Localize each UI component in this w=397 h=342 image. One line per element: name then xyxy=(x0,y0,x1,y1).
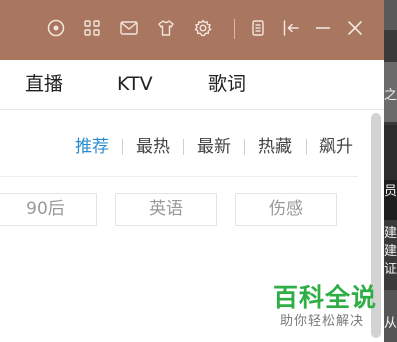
side-strip-text: 之 xyxy=(384,88,397,103)
filter-hot-favorites[interactable]: 热藏 xyxy=(258,136,292,158)
filter-rising[interactable]: 飙升 xyxy=(319,136,353,158)
tag-sad[interactable]: 伤感 xyxy=(235,193,337,226)
tab-lyrics[interactable]: 歌词 xyxy=(208,71,246,97)
mail-icon[interactable] xyxy=(119,18,139,38)
tag-90s[interactable]: 90后 xyxy=(0,193,97,226)
title-bar xyxy=(0,0,384,60)
side-strip-text: 证 xyxy=(384,262,397,277)
filter-separator xyxy=(244,139,245,155)
watermark-title: 百科全说 xyxy=(273,283,378,312)
watermark-subtitle: 助你轻松解决 xyxy=(280,314,365,329)
side-strip-text: 员 xyxy=(384,184,397,199)
filter-separator xyxy=(306,139,307,155)
tag-english[interactable]: 英语 xyxy=(115,193,217,226)
filter-divider xyxy=(0,176,358,177)
apps-grid-icon[interactable] xyxy=(82,18,102,38)
filter-hottest[interactable]: 最热 xyxy=(136,136,170,158)
close-icon[interactable] xyxy=(345,18,365,38)
tab-ktv[interactable]: KTV xyxy=(117,71,153,97)
record-icon[interactable] xyxy=(46,18,66,38)
tab-live[interactable]: 直播 xyxy=(25,71,63,97)
watermark-logo: 百科全说 助你轻松解决 xyxy=(265,282,393,338)
minimize-icon[interactable] xyxy=(313,18,333,38)
side-strip-text: 建 xyxy=(384,226,397,241)
exit-to-tray-icon[interactable] xyxy=(281,18,301,38)
settings-gear-icon[interactable] xyxy=(193,18,213,38)
mini-player-icon[interactable] xyxy=(248,18,268,38)
title-bar-separator xyxy=(234,19,235,39)
filter-separator xyxy=(122,139,123,155)
filter-newest[interactable]: 最新 xyxy=(197,136,231,158)
filter-recommended[interactable]: 推荐 xyxy=(75,136,109,158)
filter-separator xyxy=(183,139,184,155)
skin-shirt-icon[interactable] xyxy=(156,18,176,38)
side-strip-text: 建 xyxy=(384,244,397,259)
nav-tab-bar: 直播 KTV 歌词 xyxy=(0,60,384,110)
